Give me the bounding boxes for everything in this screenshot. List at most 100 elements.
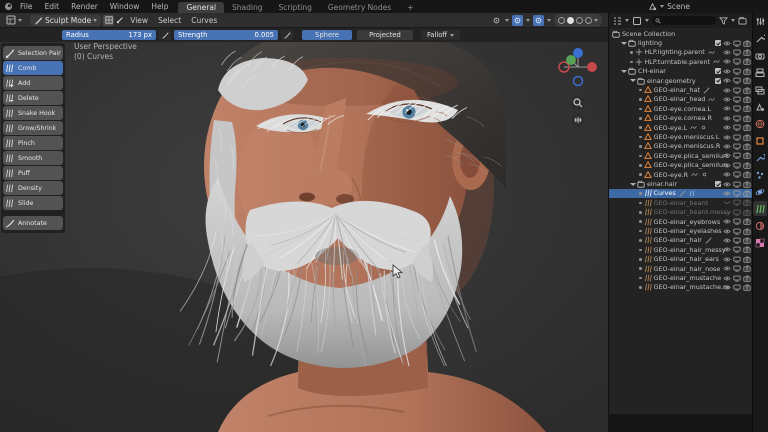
filter-caret-icon[interactable] bbox=[731, 19, 735, 22]
tool-density[interactable]: Density bbox=[3, 181, 63, 195]
camera-toggle-icon[interactable] bbox=[743, 190, 751, 197]
modifiers-tab-icon[interactable] bbox=[753, 150, 767, 165]
camera-toggle-icon[interactable] bbox=[743, 152, 751, 159]
render-tab-icon[interactable] bbox=[753, 48, 767, 63]
strength-pressure-icon[interactable] bbox=[281, 30, 293, 40]
3d-viewport[interactable] bbox=[0, 28, 608, 432]
eye-toggle-icon[interactable] bbox=[723, 124, 731, 131]
menu-window[interactable]: Window bbox=[104, 0, 146, 13]
tool-annotate[interactable]: Annotate bbox=[3, 216, 63, 230]
new-collection-icon[interactable] bbox=[738, 16, 747, 25]
eye-toggle-icon[interactable] bbox=[723, 96, 731, 103]
screen-toggle-icon[interactable] bbox=[733, 134, 741, 141]
camera-toggle-icon[interactable] bbox=[743, 162, 751, 169]
data-tab-icon[interactable] bbox=[753, 201, 767, 216]
eye-toggle-icon[interactable] bbox=[723, 246, 731, 253]
eye-toggle-icon[interactable] bbox=[723, 171, 731, 178]
camera-toggle-icon[interactable] bbox=[743, 68, 751, 75]
eye-toggle-icon[interactable] bbox=[723, 218, 731, 225]
outliner-row-lighting[interactable]: lighting bbox=[609, 38, 753, 47]
menu-file[interactable]: File bbox=[14, 0, 39, 13]
filter-icon[interactable] bbox=[719, 16, 728, 25]
projected-toggle[interactable]: Projected bbox=[357, 30, 413, 40]
outliner-row-geo-einar-hair-ears[interactable]: GEO-einar_hair_ears bbox=[609, 255, 753, 264]
pivot-point-icon-caret[interactable] bbox=[505, 19, 509, 22]
particles-tab-icon[interactable] bbox=[753, 167, 767, 182]
expand-caret-icon[interactable] bbox=[630, 183, 636, 186]
eye-toggle-icon[interactable] bbox=[723, 162, 731, 169]
screen-toggle-icon[interactable] bbox=[733, 96, 741, 103]
outliner-row-geo-eye-meniscus-l[interactable]: GEO-eye.meniscus.L bbox=[609, 132, 753, 141]
outliner-row-geo-einar-mustache-m[interactable]: GEO-einar_mustache.m bbox=[609, 283, 753, 292]
workspace-tab-scripting[interactable]: Scripting bbox=[271, 2, 320, 13]
outliner-row-geo-eye-r[interactable]: GEO-eye.R bbox=[609, 170, 753, 179]
screen-toggle-icon[interactable] bbox=[733, 246, 741, 253]
camera-toggle-icon[interactable] bbox=[743, 134, 751, 141]
expand-caret-icon[interactable] bbox=[630, 79, 636, 82]
display-mode-caret-icon[interactable] bbox=[645, 19, 649, 22]
eye-toggle-icon[interactable] bbox=[723, 77, 731, 84]
pivot-point-icon[interactable] bbox=[491, 15, 502, 26]
outliner-search-input[interactable] bbox=[652, 16, 716, 25]
overlays-icon-caret[interactable] bbox=[547, 19, 551, 22]
screen-toggle-icon[interactable] bbox=[733, 152, 741, 159]
screen-toggle-icon[interactable] bbox=[733, 68, 741, 75]
outliner-row-geo-eye-cornea-r[interactable]: GEO-eye.cornea.R bbox=[609, 114, 753, 123]
outliner-row-geo-einar-hat[interactable]: GEO-einar_hat bbox=[609, 85, 753, 94]
camera-toggle-icon[interactable] bbox=[743, 87, 751, 94]
snapping-icon-caret[interactable] bbox=[526, 19, 530, 22]
sphere-toggle[interactable]: Sphere bbox=[302, 30, 352, 40]
outliner-row-einar-geometry[interactable]: einar.geometry bbox=[609, 76, 753, 85]
screen-toggle-icon[interactable] bbox=[733, 275, 741, 282]
outliner-row-geo-eye-cornea-l[interactable]: GEO-eye.cornea.L bbox=[609, 104, 753, 113]
screen-toggle-icon[interactable] bbox=[733, 284, 741, 291]
workspace-tab-+[interactable]: + bbox=[399, 2, 421, 13]
screen-toggle-icon[interactable] bbox=[733, 124, 741, 131]
eye-toggle-icon[interactable] bbox=[723, 265, 731, 272]
outliner-row-geo-einar-mustache[interactable]: GEO-einar_mustache bbox=[609, 273, 753, 282]
shading-solid-icon[interactable] bbox=[567, 17, 574, 24]
eye-toggle-icon[interactable] bbox=[723, 228, 731, 235]
navigation-gizmo[interactable] bbox=[556, 46, 602, 142]
eye-toggle-icon[interactable] bbox=[723, 115, 731, 122]
outliner-row-geo-einar-eyebrows[interactable]: GEO-einar_eyebrows bbox=[609, 217, 753, 226]
shading-caret-icon[interactable] bbox=[594, 19, 598, 22]
outliner-row-geo-einar-head[interactable]: GEO-einar_head bbox=[609, 95, 753, 104]
outliner-row-hlp-lighting-parent[interactable]: HLP.lighting.parent bbox=[609, 48, 753, 57]
eye-toggle-icon[interactable] bbox=[723, 68, 731, 75]
screen-toggle-icon[interactable] bbox=[733, 58, 741, 65]
collection-checkbox[interactable] bbox=[715, 78, 721, 84]
output-tab-icon[interactable] bbox=[753, 65, 767, 80]
outliner-row-einar-hair[interactable]: einar.hair bbox=[609, 179, 753, 188]
workspace-tab-geometry-nodes[interactable]: Geometry Nodes bbox=[320, 2, 399, 13]
eye-toggle-icon[interactable] bbox=[723, 49, 731, 56]
camera-toggle-icon[interactable] bbox=[743, 284, 751, 291]
screen-toggle-icon[interactable] bbox=[733, 171, 741, 178]
eye-toggle-icon[interactable] bbox=[723, 105, 731, 112]
eye-toggle-icon[interactable] bbox=[723, 284, 731, 291]
camera-toggle-icon[interactable] bbox=[743, 171, 751, 178]
eye-toggle-icon[interactable] bbox=[723, 143, 731, 150]
outliner-editor-icon[interactable] bbox=[612, 16, 622, 26]
screen-toggle-icon[interactable] bbox=[733, 49, 741, 56]
sculpt-option-a-icon[interactable] bbox=[103, 15, 114, 26]
scene-selector[interactable]: Scene bbox=[648, 0, 690, 13]
outliner-row-geo-einar-hair-messy[interactable]: GEO-einar_hair_messy bbox=[609, 245, 753, 254]
shading-material-icon[interactable] bbox=[576, 17, 583, 24]
camera-toggle-icon[interactable] bbox=[743, 124, 751, 131]
screen-toggle-icon[interactable] bbox=[733, 181, 741, 188]
outliner-row-geo-einar-hair-nose[interactable]: GEO-einar_hair_nose bbox=[609, 264, 753, 273]
viewport-menu-view[interactable]: View bbox=[125, 16, 153, 25]
camera-toggle-icon[interactable] bbox=[743, 199, 751, 206]
expand-caret-icon[interactable] bbox=[621, 70, 627, 73]
radius-pressure-icon[interactable] bbox=[159, 30, 171, 40]
workspace-tab-shading[interactable]: Shading bbox=[224, 2, 270, 13]
eye-toggle-icon[interactable] bbox=[723, 256, 731, 263]
eye-toggle-icon[interactable] bbox=[723, 275, 731, 282]
outliner-editor-caret-icon[interactable] bbox=[625, 19, 629, 22]
tool-delete[interactable]: Delete bbox=[3, 91, 63, 105]
snapping-icon[interactable] bbox=[512, 15, 523, 26]
camera-toggle-icon[interactable] bbox=[743, 181, 751, 188]
tool-comb[interactable]: Comb bbox=[3, 61, 63, 75]
eye-toggle-icon[interactable] bbox=[723, 134, 731, 141]
